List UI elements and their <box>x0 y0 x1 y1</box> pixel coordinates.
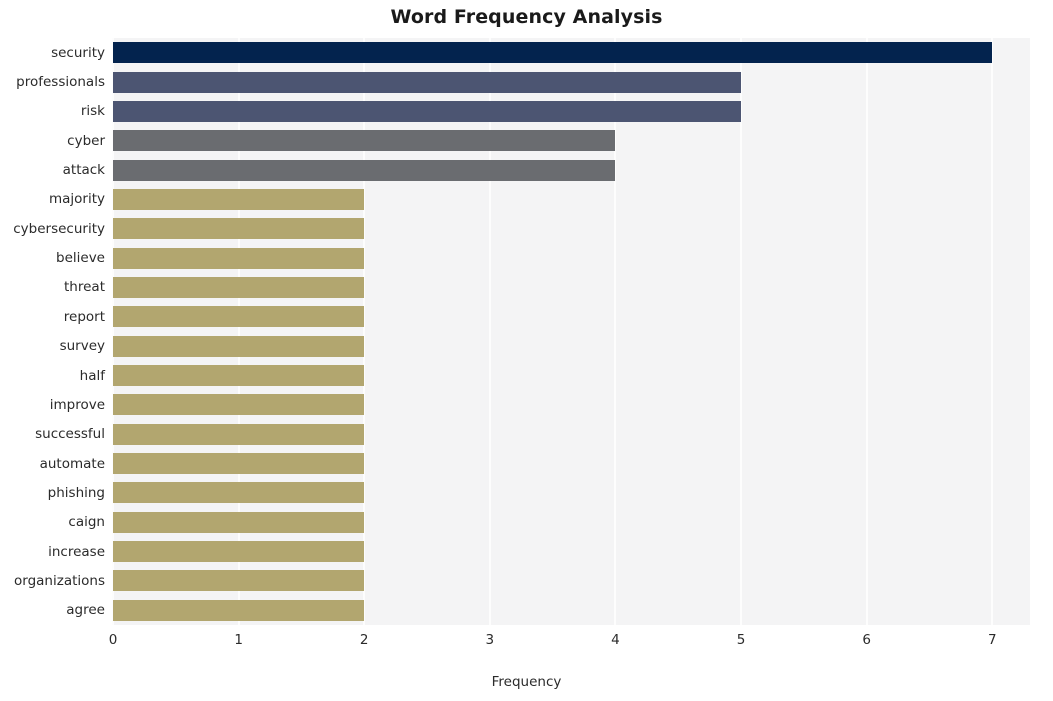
y-axis-tick-label: caign <box>68 514 105 531</box>
bar <box>113 453 365 475</box>
y-axis-tick-label: phishing <box>47 484 105 501</box>
y-axis-tick-label: cybersecurity <box>13 220 105 237</box>
chart-figure: Word Frequency Analysis security professi… <box>0 0 1053 701</box>
bar <box>113 247 365 269</box>
y-axis-tick-label: automate <box>39 455 105 472</box>
x-axis-tick-label: 1 <box>234 632 243 648</box>
bar <box>113 71 742 93</box>
y-axis-tick-label: professionals <box>16 74 105 91</box>
bar <box>113 100 742 122</box>
x-axis-tick-label: 3 <box>485 632 495 648</box>
y-axis-tick-label: attack <box>62 162 105 179</box>
x-axis-tick-labels: 0 1 2 3 4 5 6 7 <box>0 632 1053 656</box>
y-axis-tick-label: report <box>63 308 105 325</box>
bar <box>113 159 616 181</box>
bar <box>113 130 616 152</box>
bar <box>113 394 365 416</box>
plot-area <box>112 38 1030 625</box>
bar <box>113 335 365 357</box>
bar <box>113 423 365 445</box>
y-axis-tick-label: survey <box>59 338 105 355</box>
bar <box>113 218 365 240</box>
y-axis-tick-labels: security professionals risk cyber attack majo… <box>0 38 105 625</box>
bar <box>113 482 365 504</box>
bar <box>113 570 365 592</box>
bar <box>113 42 993 64</box>
y-axis-tick-label: threat <box>64 279 105 296</box>
y-axis-tick-label: believe <box>56 250 105 267</box>
bar <box>113 276 365 298</box>
x-axis-tick-label: 2 <box>359 632 369 648</box>
bars-layer <box>113 38 1030 625</box>
chart-title: Word Frequency Analysis <box>390 6 663 28</box>
y-axis-tick-label: increase <box>48 543 105 560</box>
y-axis-tick-label: organizations <box>14 572 105 589</box>
y-axis-tick-label: half <box>79 367 105 384</box>
y-axis-tick-label: successful <box>35 426 105 443</box>
y-axis-tick-label: cyber <box>67 132 105 149</box>
x-axis-tick-label: 4 <box>611 632 620 648</box>
bar <box>113 306 365 328</box>
y-axis-tick-label: security <box>51 44 105 61</box>
x-axis-tick-label: 5 <box>736 632 746 648</box>
y-axis-tick-label: agree <box>66 602 105 619</box>
bar <box>113 599 365 621</box>
x-axis-tick-label: 6 <box>862 632 871 648</box>
y-axis-tick-label: improve <box>49 396 105 413</box>
y-axis-tick-label: majority <box>48 191 105 208</box>
y-axis-tick-label: risk <box>80 103 105 120</box>
bar <box>113 188 365 210</box>
bar <box>113 541 365 563</box>
bar <box>113 365 365 387</box>
x-axis-tick-label: 7 <box>988 632 997 648</box>
bar <box>113 511 365 533</box>
x-axis-title: Frequency <box>491 674 562 690</box>
x-axis-tick-label: 0 <box>108 632 118 648</box>
